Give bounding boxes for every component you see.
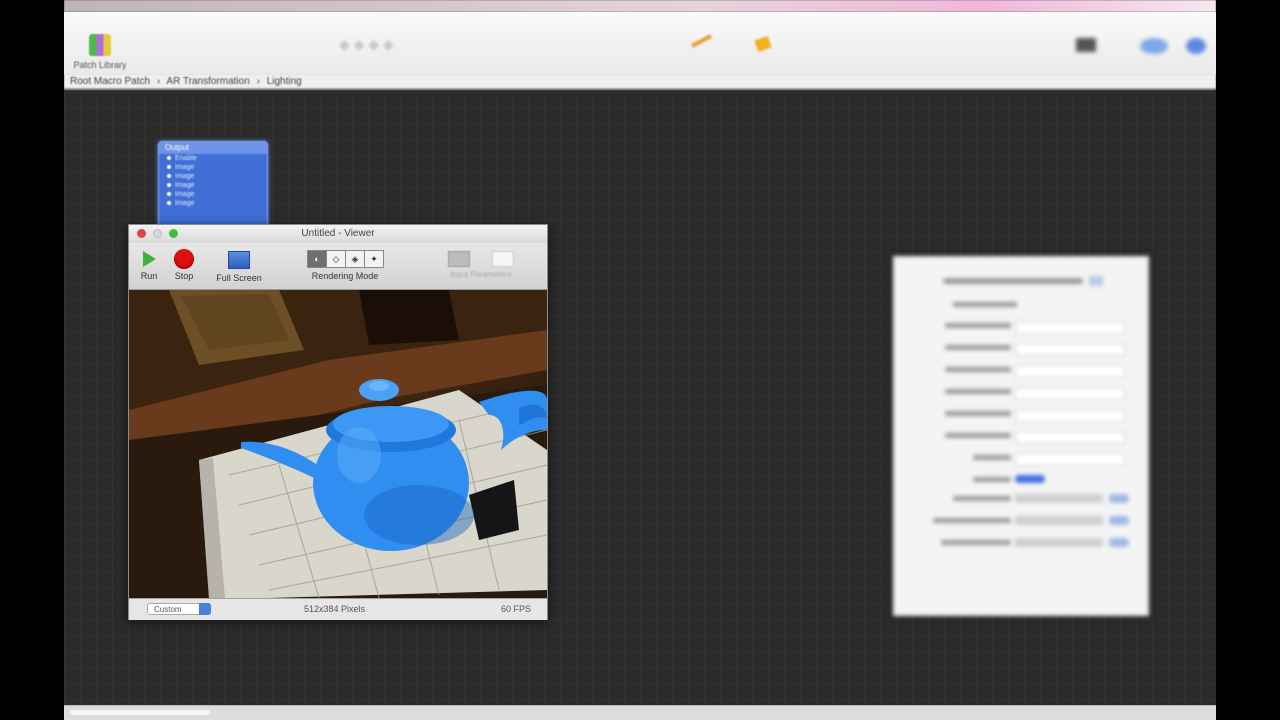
inspector-row [933, 343, 1125, 356]
horizontal-scrollbar[interactable] [70, 710, 210, 715]
inspector-field[interactable] [1015, 409, 1125, 422]
inspector-field[interactable] [1015, 343, 1125, 356]
patch-port[interactable]: Image [159, 190, 267, 199]
viewer-title-bar[interactable]: Untitled - Viewer [129, 225, 547, 243]
breadcrumb-item-lighting[interactable]: Lighting [267, 76, 302, 87]
patch-port[interactable]: Image [159, 199, 267, 208]
stop-button[interactable]: Stop [169, 249, 199, 281]
inspector-field-label [945, 345, 1011, 350]
breadcrumb-separator: › [156, 76, 161, 87]
editor-toolbar: Patch Library ◆ ◆ ◆ ◆ [64, 12, 1216, 75]
breadcrumb-item-ar[interactable]: AR Transformation [166, 76, 249, 87]
rendering-mode-segment[interactable]: ◐ [307, 250, 327, 268]
run-label: Run [140, 271, 158, 281]
inspector-row [933, 321, 1125, 334]
stop-label: Stop [174, 271, 194, 281]
inspector-slider[interactable] [1015, 494, 1103, 503]
inspector-color-swatch[interactable] [1015, 475, 1045, 483]
rendering-mode-segment[interactable]: ◈ [345, 250, 365, 268]
quartz-composer-window: Patch Library ◆ ◆ ◆ ◆ Root Macro Patch ›… [64, 0, 1216, 720]
output-patch-node[interactable]: Output Enable Image Image Image Image Im… [158, 141, 268, 233]
viewer-render-area[interactable] [129, 290, 547, 598]
patch-library-button[interactable]: Patch Library [70, 34, 130, 70]
patch-library-label: Patch Library [73, 60, 127, 70]
inspector-menu-button[interactable] [1089, 276, 1103, 286]
patch-port[interactable]: Enable [159, 154, 267, 163]
inspector-field[interactable] [1015, 321, 1125, 334]
viewer-toolbar-icon[interactable] [1072, 36, 1102, 61]
play-icon [142, 251, 156, 267]
patch-inspector-panel [893, 256, 1149, 616]
inspector-row [933, 365, 1125, 378]
viewer-title: Untitled - Viewer [301, 228, 375, 239]
inspector-stepper[interactable] [1109, 494, 1129, 503]
inspector-field-label [945, 411, 1011, 416]
size-mode-value: Custom [154, 605, 182, 614]
inspector-row [933, 431, 1125, 444]
rendering-mode-segment[interactable]: ◇ [326, 250, 346, 268]
render-size-label: 512x384 Pixels [304, 604, 366, 614]
ar-scene-image [129, 290, 547, 598]
viewer-toolbar: Run Stop Full Screen ◐ ◇ ◈ ✦ Rendering Mode [129, 243, 547, 290]
breadcrumb-item-root[interactable]: Root Macro Patch [70, 76, 150, 87]
inspector-stepper[interactable] [1109, 516, 1129, 525]
inspector-row [933, 453, 1125, 466]
inspector-field[interactable] [1015, 431, 1125, 444]
inspector-stepper[interactable] [1109, 538, 1129, 547]
inspector-section-label [953, 302, 1017, 307]
patch-node-title: Output [159, 142, 267, 154]
patch-port[interactable]: Image [159, 181, 267, 190]
fps-label: 60 FPS [500, 604, 531, 614]
input-box-icon [492, 251, 515, 267]
size-mode-select[interactable]: Custom [147, 603, 211, 615]
inspector-field[interactable] [1015, 365, 1125, 378]
inspector-field-label [933, 518, 1011, 523]
inspector-field-label [941, 540, 1011, 545]
rendering-mode-control[interactable]: ◐ ◇ ◈ ✦ Rendering Mode [297, 250, 393, 281]
inspector-row [933, 516, 1143, 526]
run-button[interactable]: Run [137, 251, 161, 281]
inspector-slider[interactable] [1015, 516, 1103, 525]
inspector-row [933, 409, 1125, 422]
inspector-field-label [945, 367, 1011, 372]
inspector-toolbar-icon[interactable] [1136, 36, 1206, 63]
rendering-mode-label: Rendering Mode [311, 271, 379, 281]
inspector-field-label [953, 496, 1011, 501]
inspector-row [933, 387, 1125, 400]
viewer-status-bar: Custom 512x384 Pixels 60 FPS [129, 598, 547, 620]
patch-library-icon [89, 34, 111, 56]
inspector-field-label [945, 323, 1011, 328]
breadcrumb: Root Macro Patch › AR Transformation › L… [64, 74, 1216, 90]
inspector-field-label [973, 477, 1011, 482]
inspector-field-label [973, 455, 1011, 460]
orange-tool-icon[interactable] [689, 32, 717, 57]
inspector-field[interactable] [1015, 387, 1125, 400]
bottom-scroll-bar [64, 705, 1216, 720]
stop-icon [174, 249, 194, 269]
inspector-header [943, 278, 1083, 284]
full-screen-label: Full Screen [216, 273, 262, 283]
input-parameters-label: Input Parameters [450, 270, 512, 279]
chevron-down-icon [199, 603, 211, 615]
inspector-row [933, 538, 1143, 548]
parameters-icon [447, 251, 470, 267]
rendering-mode-segment[interactable]: ✦ [364, 250, 384, 268]
patch-port[interactable]: Image [159, 172, 267, 181]
inspector-row [933, 494, 1143, 504]
patch-port[interactable]: Image [159, 163, 267, 172]
breadcrumb-separator: › [256, 76, 260, 87]
inspector-row [933, 475, 1123, 485]
menu-bar [64, 0, 1216, 12]
viewer-window: Untitled - Viewer Run Stop Full Screen ◐… [128, 224, 548, 620]
input-parameters-button[interactable]: Input Parameters [423, 251, 539, 279]
full-screen-icon [228, 251, 250, 269]
warning-tool-icon[interactable] [752, 34, 776, 59]
inspector-slider[interactable] [1015, 538, 1103, 547]
inspector-field-label [945, 389, 1011, 394]
toolbar-tool-icon[interactable]: ◆ ◆ ◆ ◆ [339, 36, 394, 53]
inspector-field[interactable] [1015, 453, 1125, 466]
full-screen-button[interactable]: Full Screen [211, 251, 267, 283]
inspector-field-label [945, 433, 1011, 438]
